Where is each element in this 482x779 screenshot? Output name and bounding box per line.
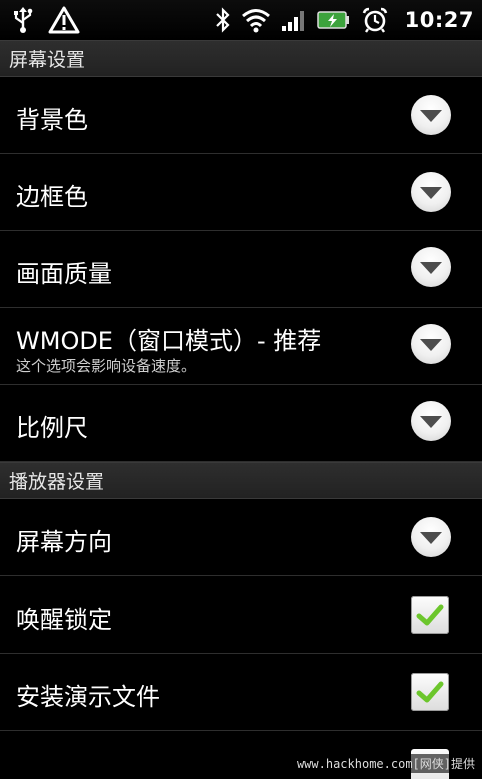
setting-title: 边框色 bbox=[16, 183, 88, 211]
setting-row-wake-lock[interactable]: 唤醒锁定 bbox=[0, 577, 482, 654]
setting-title: 唤醒锁定 bbox=[16, 606, 112, 634]
bluetooth-icon bbox=[215, 7, 230, 33]
section-header-screen-settings: 屏幕设置 bbox=[0, 40, 482, 77]
status-bar: 10:27 bbox=[0, 0, 482, 40]
status-icons-left bbox=[12, 0, 80, 40]
warning-icon bbox=[48, 6, 80, 34]
checkmark-icon bbox=[416, 681, 444, 703]
setting-row-screen-orientation[interactable]: 屏幕方向 bbox=[0, 499, 482, 576]
dropdown-arrow-icon[interactable] bbox=[411, 401, 451, 441]
setting-title: 画面质量 bbox=[16, 260, 112, 288]
install-demo-files-checkbox[interactable] bbox=[411, 673, 449, 711]
dropdown-arrow-icon[interactable] bbox=[411, 95, 451, 135]
dropdown-arrow-icon[interactable] bbox=[411, 247, 451, 287]
watermark: www.hackhome.com[网侠]提供 bbox=[293, 754, 478, 773]
setting-title: 比例尺 bbox=[16, 414, 88, 442]
battery-charging-icon bbox=[316, 11, 349, 29]
status-icons-right: 10:27 bbox=[215, 0, 474, 40]
dropdown-arrow-icon[interactable] bbox=[411, 517, 451, 557]
setting-title: 安装演示文件 bbox=[16, 683, 160, 711]
wake-lock-checkbox[interactable] bbox=[411, 596, 449, 634]
dropdown-arrow-icon[interactable] bbox=[411, 172, 451, 212]
wifi-icon bbox=[241, 9, 270, 33]
dropdown-arrow-icon[interactable] bbox=[411, 324, 451, 364]
setting-title: WMODE（窗口模式）- 推荐 bbox=[16, 327, 322, 355]
setting-row-background-color[interactable]: 背景色 bbox=[0, 77, 482, 154]
setting-row-border-color[interactable]: 边框色 bbox=[0, 154, 482, 231]
signal-icon bbox=[281, 11, 304, 31]
setting-row-scale[interactable]: 比例尺 bbox=[0, 385, 482, 462]
setting-row-wmode[interactable]: WMODE（窗口模式）- 推荐 这个选项会影响设备速度。 bbox=[0, 308, 482, 385]
setting-title: 背景色 bbox=[16, 106, 88, 134]
setting-row-install-demo-files[interactable]: 安装演示文件 bbox=[0, 654, 482, 731]
setting-row-picture-quality[interactable]: 画面质量 bbox=[0, 231, 482, 308]
section-header-player-settings: 播放器设置 bbox=[0, 462, 482, 499]
setting-summary: 这个选项会影响设备速度。 bbox=[16, 357, 197, 375]
usb-icon bbox=[14, 7, 33, 33]
clock: 10:27 bbox=[404, 8, 474, 32]
setting-title: 屏幕方向 bbox=[16, 528, 112, 556]
alarm-icon bbox=[362, 7, 387, 33]
checkmark-icon bbox=[416, 604, 444, 626]
